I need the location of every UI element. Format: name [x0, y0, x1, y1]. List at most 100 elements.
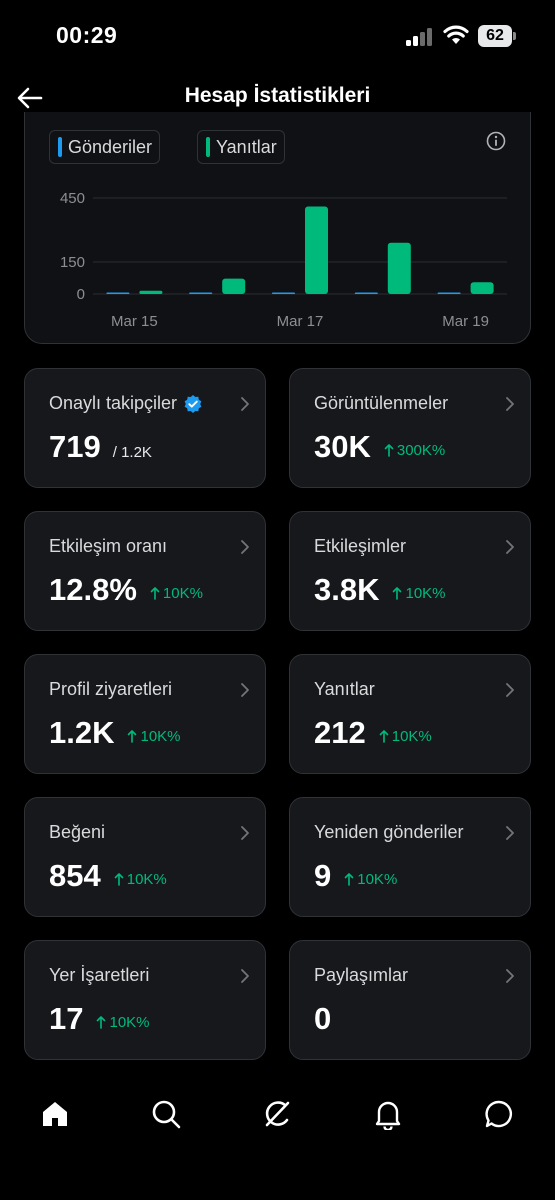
- stat-label: Yer İşaretleri: [49, 965, 150, 985]
- stat-label: Etkileşimler: [314, 536, 407, 556]
- signal-icon: [406, 28, 434, 46]
- stat-value-row: 719 / 1.2K: [49, 429, 152, 465]
- battery-icon: 62: [478, 25, 516, 47]
- stat-delta: 10K%: [344, 871, 397, 888]
- stat-value-row: 3.8K 10K%: [314, 572, 446, 608]
- stat-delta-value: 300K%: [396, 441, 446, 459]
- bar-replies[interactable]: [470, 282, 494, 294]
- chevron-right-icon: [506, 826, 514, 840]
- legend-label-replies: Yanıtlar: [216, 136, 277, 157]
- tab-grok[interactable]: [259, 1096, 295, 1132]
- stat-card[interactable]: Onaylı takipçiler 719 / 1.2K: [24, 368, 266, 488]
- stat-card[interactable]: Beğeni 854 10K%: [24, 797, 266, 917]
- bar-replies[interactable]: [222, 278, 246, 294]
- stat-label-row: Beğeni: [49, 822, 105, 843]
- stat-value-row: 9 10K%: [314, 858, 397, 894]
- stat-value: 30K: [314, 429, 371, 464]
- stat-label-row: Yer İşaretleri: [49, 965, 149, 986]
- stat-label: Yanıtlar: [314, 679, 375, 699]
- stat-value-row: 854 10K%: [49, 858, 167, 894]
- bar-replies[interactable]: [305, 206, 328, 295]
- y-tick-label: 0: [77, 286, 85, 303]
- x-tick-label: Mar 19: [442, 313, 489, 330]
- stat-label: Yeniden gönderiler: [314, 822, 464, 842]
- chevron-right-icon: [241, 826, 249, 840]
- stat-card[interactable]: Paylaşımlar 0: [289, 940, 531, 1060]
- stat-total: / 1.2K: [112, 444, 152, 461]
- legend-label-posts: Gönderiler: [68, 136, 153, 157]
- bar-posts[interactable]: [437, 292, 461, 295]
- stat-delta: 10K%: [150, 585, 203, 602]
- stat-value: 719: [49, 429, 101, 464]
- stat-label-row: Paylaşımlar: [314, 965, 408, 986]
- bar-posts[interactable]: [189, 292, 213, 295]
- stat-delta-value: 10K%: [391, 727, 432, 745]
- arrow-up-icon: [114, 873, 124, 886]
- arrow-up-icon: [150, 587, 160, 600]
- bar-posts[interactable]: [272, 292, 295, 295]
- stat-value: 0: [314, 1001, 332, 1036]
- stat-label-row: Yanıtlar: [314, 679, 375, 700]
- tab-notifications[interactable]: [370, 1096, 406, 1132]
- page-title: Hesap İstatistikleri: [184, 84, 371, 107]
- chevron-right-icon: [241, 540, 249, 554]
- stat-label: Görüntülenmeler: [314, 393, 449, 413]
- arrow-up-icon: [128, 730, 137, 743]
- bar-posts[interactable]: [354, 292, 378, 295]
- tab-bar: [0, 1080, 555, 1152]
- stat-delta-value: 10K%: [109, 1013, 150, 1031]
- stat-card[interactable]: Görüntülenmeler 30K 300K%: [289, 368, 531, 488]
- search-icon: [152, 1100, 181, 1129]
- verified-badge-icon: [184, 394, 202, 413]
- stat-value: 9: [314, 858, 332, 893]
- stat-delta-value: 10K%: [162, 584, 203, 602]
- chevron-right-icon: [506, 969, 514, 983]
- arrow-up-icon: [344, 873, 354, 886]
- stat-delta: 10K%: [392, 585, 446, 602]
- stat-card[interactable]: Yanıtlar 212 10K%: [289, 654, 531, 774]
- stat-delta: 10K%: [114, 871, 167, 888]
- tab-search[interactable]: [148, 1096, 184, 1132]
- chevron-right-icon: [241, 969, 249, 983]
- chevron-right-icon: [506, 540, 514, 554]
- bell-icon: [375, 1101, 401, 1130]
- stat-value: 212: [314, 715, 366, 750]
- status-time: 00:29: [56, 22, 118, 48]
- stat-value-row: 212 10K%: [314, 715, 432, 751]
- x-tick-label: Mar 15: [111, 313, 158, 330]
- bar-replies[interactable]: [139, 290, 163, 294]
- stat-label: Beğeni: [49, 822, 106, 842]
- stat-value-row: 1.2K 10K%: [49, 715, 181, 751]
- legend-swatch-replies: [206, 137, 210, 157]
- stat-value: 3.8K: [314, 572, 380, 607]
- stat-card[interactable]: Yer İşaretleri 17 10K%: [24, 940, 266, 1060]
- x-tick-label: Mar 17: [277, 313, 324, 330]
- info-icon[interactable]: [486, 131, 506, 151]
- stat-value-row: 30K 300K%: [314, 429, 445, 465]
- arrow-up-icon: [384, 444, 394, 457]
- stat-delta: 10K%: [96, 1013, 150, 1031]
- legend-replies[interactable]: Yanıtlar: [197, 130, 285, 164]
- stat-delta-value: 10K%: [357, 870, 398, 888]
- arrow-up-icon: [379, 730, 389, 743]
- stat-delta: 300K%: [384, 442, 445, 459]
- stat-label-row: Yeniden gönderiler: [314, 822, 463, 843]
- tab-messages[interactable]: [481, 1096, 517, 1132]
- tab-home[interactable]: [37, 1096, 73, 1132]
- arrow-up-icon: [393, 587, 402, 600]
- stat-card[interactable]: Yeniden gönderiler 9 10K%: [289, 797, 531, 917]
- stat-card[interactable]: Etkileşim oranı 12.8% 10K%: [24, 511, 266, 631]
- stat-label-row: Görüntülenmeler: [314, 393, 448, 414]
- stat-card[interactable]: Etkileşimler 3.8K 10K%: [289, 511, 531, 631]
- chevron-right-icon: [506, 683, 514, 697]
- bar-posts[interactable]: [106, 292, 130, 295]
- chart-card: 450 150 0 Mar 15 Mar 17 Mar 19 Gönderiler Yan…: [24, 112, 531, 344]
- stat-label: Etkileşim oranı: [49, 536, 168, 556]
- legend-swatch-posts: [58, 137, 62, 157]
- chevron-right-icon: [241, 683, 249, 697]
- legend-posts[interactable]: Gönderiler: [49, 130, 161, 164]
- bar-replies[interactable]: [387, 242, 411, 294]
- stat-value: 17: [49, 1001, 84, 1036]
- stat-delta: 10K%: [127, 728, 181, 745]
- stat-card[interactable]: Profil ziyaretleri 1.2K 10K%: [24, 654, 266, 774]
